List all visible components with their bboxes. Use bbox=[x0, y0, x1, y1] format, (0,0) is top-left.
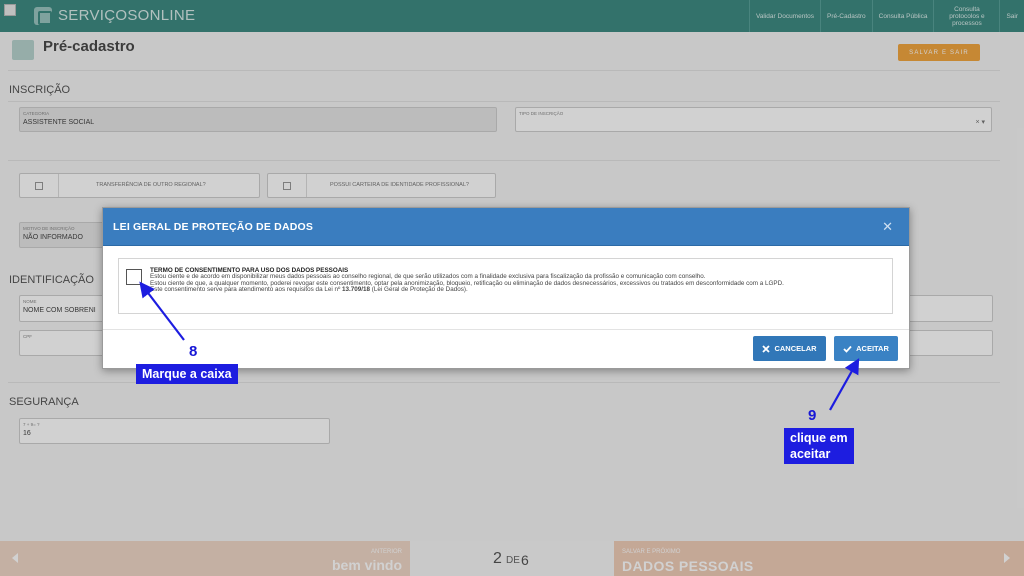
accept-button-label: ACEITAR bbox=[856, 344, 889, 353]
consent-panel: TERMO DE CONSENTIMENTO PARA USO DOS DADO… bbox=[118, 258, 893, 314]
consent-text: TERMO DE CONSENTIMENTO PARA USO DOS DADO… bbox=[150, 267, 890, 294]
step9-number: 9 bbox=[808, 407, 817, 424]
consent-checkbox[interactable] bbox=[126, 269, 142, 285]
divider bbox=[103, 329, 909, 330]
check-icon bbox=[843, 345, 852, 353]
step9-callout-line-1: clique em bbox=[790, 431, 848, 445]
step8-number: 8 bbox=[189, 343, 198, 360]
step9-callout: clique em aceitar bbox=[784, 428, 854, 464]
close-icon bbox=[762, 344, 771, 353]
cancel-button[interactable]: CANCELAR bbox=[753, 336, 826, 361]
modal-header: LEI GERAL DE PROTEÇÃO DE DADOS ✕ bbox=[103, 208, 909, 246]
step8-callout: Marque a caixa bbox=[136, 364, 238, 384]
law-number: 13.709/18 bbox=[342, 286, 371, 294]
modal-title: LEI GERAL DE PROTEÇÃO DE DADOS bbox=[113, 221, 314, 233]
consent-paragraph-3: Este consentimento serve para atendiment… bbox=[150, 286, 468, 294]
cancel-button-label: CANCELAR bbox=[774, 344, 817, 353]
lgpd-modal: LEI GERAL DE PROTEÇÃO DE DADOS ✕ TERMO D… bbox=[102, 207, 910, 369]
step9-callout-line-2: aceitar bbox=[790, 447, 831, 461]
close-icon[interactable]: ✕ bbox=[882, 219, 893, 235]
accept-button[interactable]: ACEITAR bbox=[834, 336, 898, 361]
